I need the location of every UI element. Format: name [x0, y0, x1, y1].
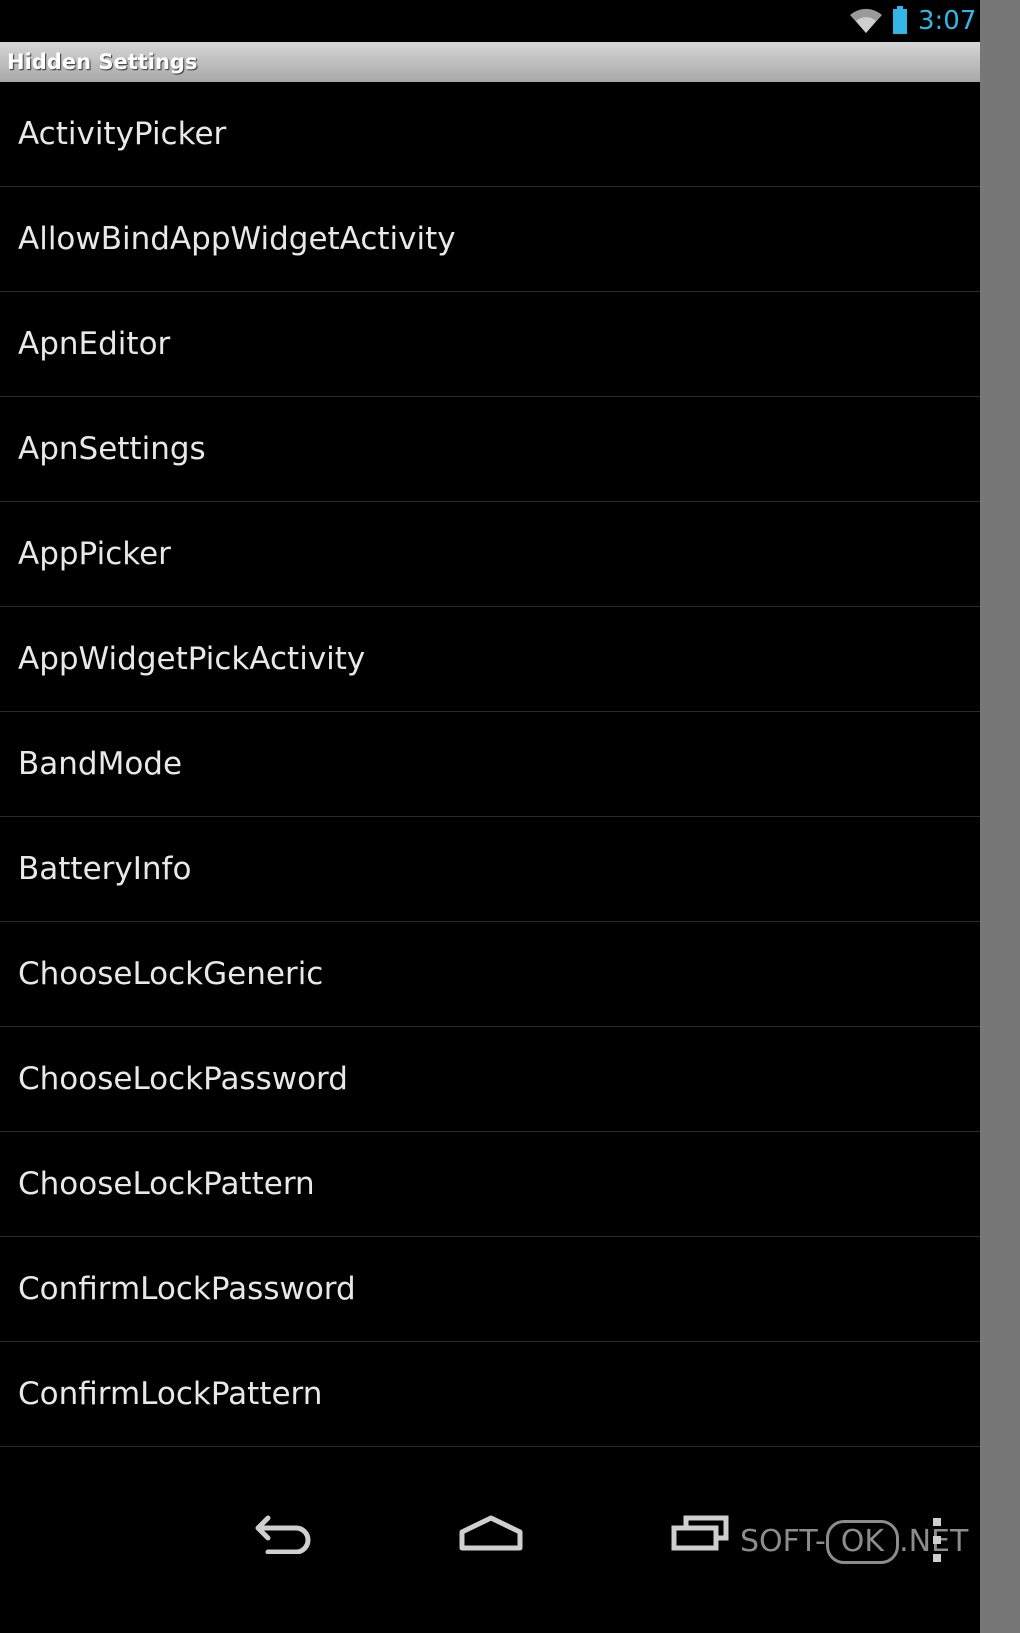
list-item-label: ApnEditor [18, 326, 171, 362]
recents-icon[interactable] [654, 1504, 744, 1554]
page-title: Hidden Settings [7, 50, 198, 74]
list-item-confirmlockpassword[interactable]: ConfirmLockPassword [0, 1237, 980, 1342]
list-item-batteryinfo[interactable]: BatteryInfo [0, 817, 980, 922]
back-icon[interactable] [238, 1504, 328, 1554]
list-item-label: ChooseLockPattern [18, 1166, 315, 1202]
navigation-bar: SOFT-OK.NET [0, 1452, 980, 1633]
wifi-icon [850, 8, 882, 33]
list-item-bandmode[interactable]: BandMode [0, 712, 980, 817]
list-item-chooselockpassword[interactable]: ChooseLockPassword [0, 1027, 980, 1132]
settings-list: ActivityPicker AllowBindAppWidgetActivit… [0, 82, 980, 1447]
list-item-label: BatteryInfo [18, 851, 192, 887]
screen: 3:07 Hidden Settings ActivityPicker Allo… [0, 0, 1020, 1633]
watermark-prefix: SOFT- [740, 1524, 826, 1559]
list-item-label: ConfirmLockPattern [18, 1376, 323, 1412]
app-content: 3:07 Hidden Settings ActivityPicker Allo… [0, 0, 980, 1633]
status-bar: 3:07 [0, 0, 980, 42]
list-item-label: ApnSettings [18, 431, 206, 467]
list-item-apppicker[interactable]: AppPicker [0, 502, 980, 607]
title-bar: Hidden Settings [0, 42, 980, 83]
list-item-appwidgetpickactivity[interactable]: AppWidgetPickActivity [0, 607, 980, 712]
list-item-label: ActivityPicker [18, 116, 227, 152]
status-time: 3:07 [918, 6, 977, 36]
list-item-label: ChooseLockPassword [18, 1061, 348, 1097]
list-item-confirmlockpattern[interactable]: ConfirmLockPattern [0, 1342, 980, 1447]
battery-icon [893, 6, 907, 34]
list-item-apneditor[interactable]: ApnEditor [0, 292, 980, 397]
home-icon[interactable] [446, 1504, 536, 1554]
list-item-label: ChooseLockGeneric [18, 956, 324, 992]
list-item-label: AppPicker [18, 536, 171, 572]
list-item-chooselockpattern[interactable]: ChooseLockPattern [0, 1132, 980, 1237]
edge-strip [980, 0, 1020, 1633]
list-item-apnsettings[interactable]: ApnSettings [0, 397, 980, 502]
list-item-label: AppWidgetPickActivity [18, 641, 366, 677]
list-item-label: ConfirmLockPassword [18, 1271, 356, 1307]
list-item-label: BandMode [18, 746, 183, 782]
watermark-boxed: OK [825, 1520, 900, 1564]
menu-icon[interactable] [922, 1514, 952, 1574]
list-item-activitypicker[interactable]: ActivityPicker [0, 82, 980, 187]
list-item-label: AllowBindAppWidgetActivity [18, 221, 456, 257]
list-item-chooselockgeneric[interactable]: ChooseLockGeneric [0, 922, 980, 1027]
list-item-allowbindappwidgetactivity[interactable]: AllowBindAppWidgetActivity [0, 187, 980, 292]
